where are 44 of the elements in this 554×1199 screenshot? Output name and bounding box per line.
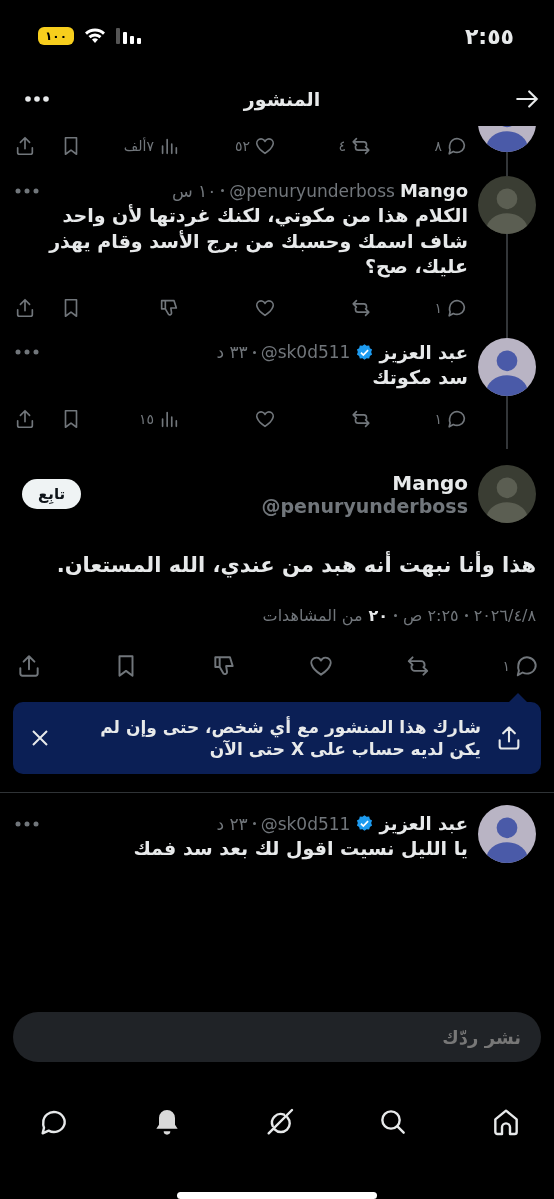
- post-time: ٣٣ د: [216, 342, 248, 363]
- views-label: من المشاهدات: [262, 605, 363, 625]
- author-name[interactable]: عبد العزيز: [379, 813, 468, 835]
- view-count: ٢٠: [368, 605, 389, 625]
- post-text: الكلام هذا من مكوتي، لكنك غردتها لأن واحد شاف اسمك وحسبك من برج الأسد وقام يهذر عليك، صح؟: [47, 203, 468, 280]
- action-count: ١: [434, 410, 442, 427]
- share-icon[interactable]: [14, 296, 36, 319]
- share-icon[interactable]: [14, 407, 36, 430]
- avatar[interactable]: [478, 805, 536, 864]
- action-count: ١٥: [138, 410, 154, 427]
- user-handle[interactable]: @penuryunderboss: [229, 180, 395, 201]
- tooltip-text: شارك هذا المنشور مع أي شخص، حتى وإن لم يكن لديه حساب على X حتى الآن: [99, 715, 481, 761]
- heart-icon[interactable]: [254, 135, 276, 157]
- action-count: ١: [502, 657, 510, 674]
- avatar[interactable]: [478, 337, 536, 396]
- page-title: المنشور: [243, 88, 321, 110]
- post-text: سد مكوتك: [371, 364, 468, 391]
- action-count: ١: [434, 299, 442, 316]
- follow-button[interactable]: تابِع: [22, 478, 82, 509]
- share-icon[interactable]: [14, 135, 36, 157]
- clock: ٢:٥٥: [464, 23, 514, 49]
- author-name[interactable]: عبد العزيز: [379, 341, 468, 363]
- post-time: ١٠ س: [171, 180, 217, 201]
- action-count: ٧ألف: [123, 138, 154, 154]
- author-name[interactable]: Mango: [399, 180, 468, 201]
- post-text: هذا وأنا نبهت أنه هبد من عندي، الله المستعان.: [55, 550, 537, 580]
- post-date: ٢٠٢٦/٤/٨: [473, 605, 536, 625]
- reply-icon[interactable]: [446, 135, 468, 157]
- user-handle[interactable]: @sk0d511: [260, 813, 351, 834]
- post-text: يا الليل نسيت اقول لك بعد سد فمك: [132, 836, 468, 862]
- user-handle[interactable]: @penuryunderboss: [261, 494, 468, 517]
- post-time: ٢:٢٥ ص: [403, 605, 459, 625]
- close-icon[interactable]: [31, 729, 49, 748]
- signal-icon: [116, 28, 142, 44]
- user-handle[interactable]: @sk0d511: [260, 342, 351, 363]
- post-time: ٢٣ د: [216, 813, 248, 834]
- retweet-icon[interactable]: [350, 135, 372, 157]
- battery-indicator: ١٠٠: [38, 27, 74, 45]
- action-count: ٥٢: [234, 138, 250, 154]
- reply-field[interactable]: نشر ردّك: [13, 1012, 541, 1062]
- author-name[interactable]: Mango: [261, 470, 468, 495]
- wifi-icon: [84, 28, 106, 44]
- action-count: ٤: [338, 138, 346, 154]
- action-count: ٨: [434, 138, 442, 154]
